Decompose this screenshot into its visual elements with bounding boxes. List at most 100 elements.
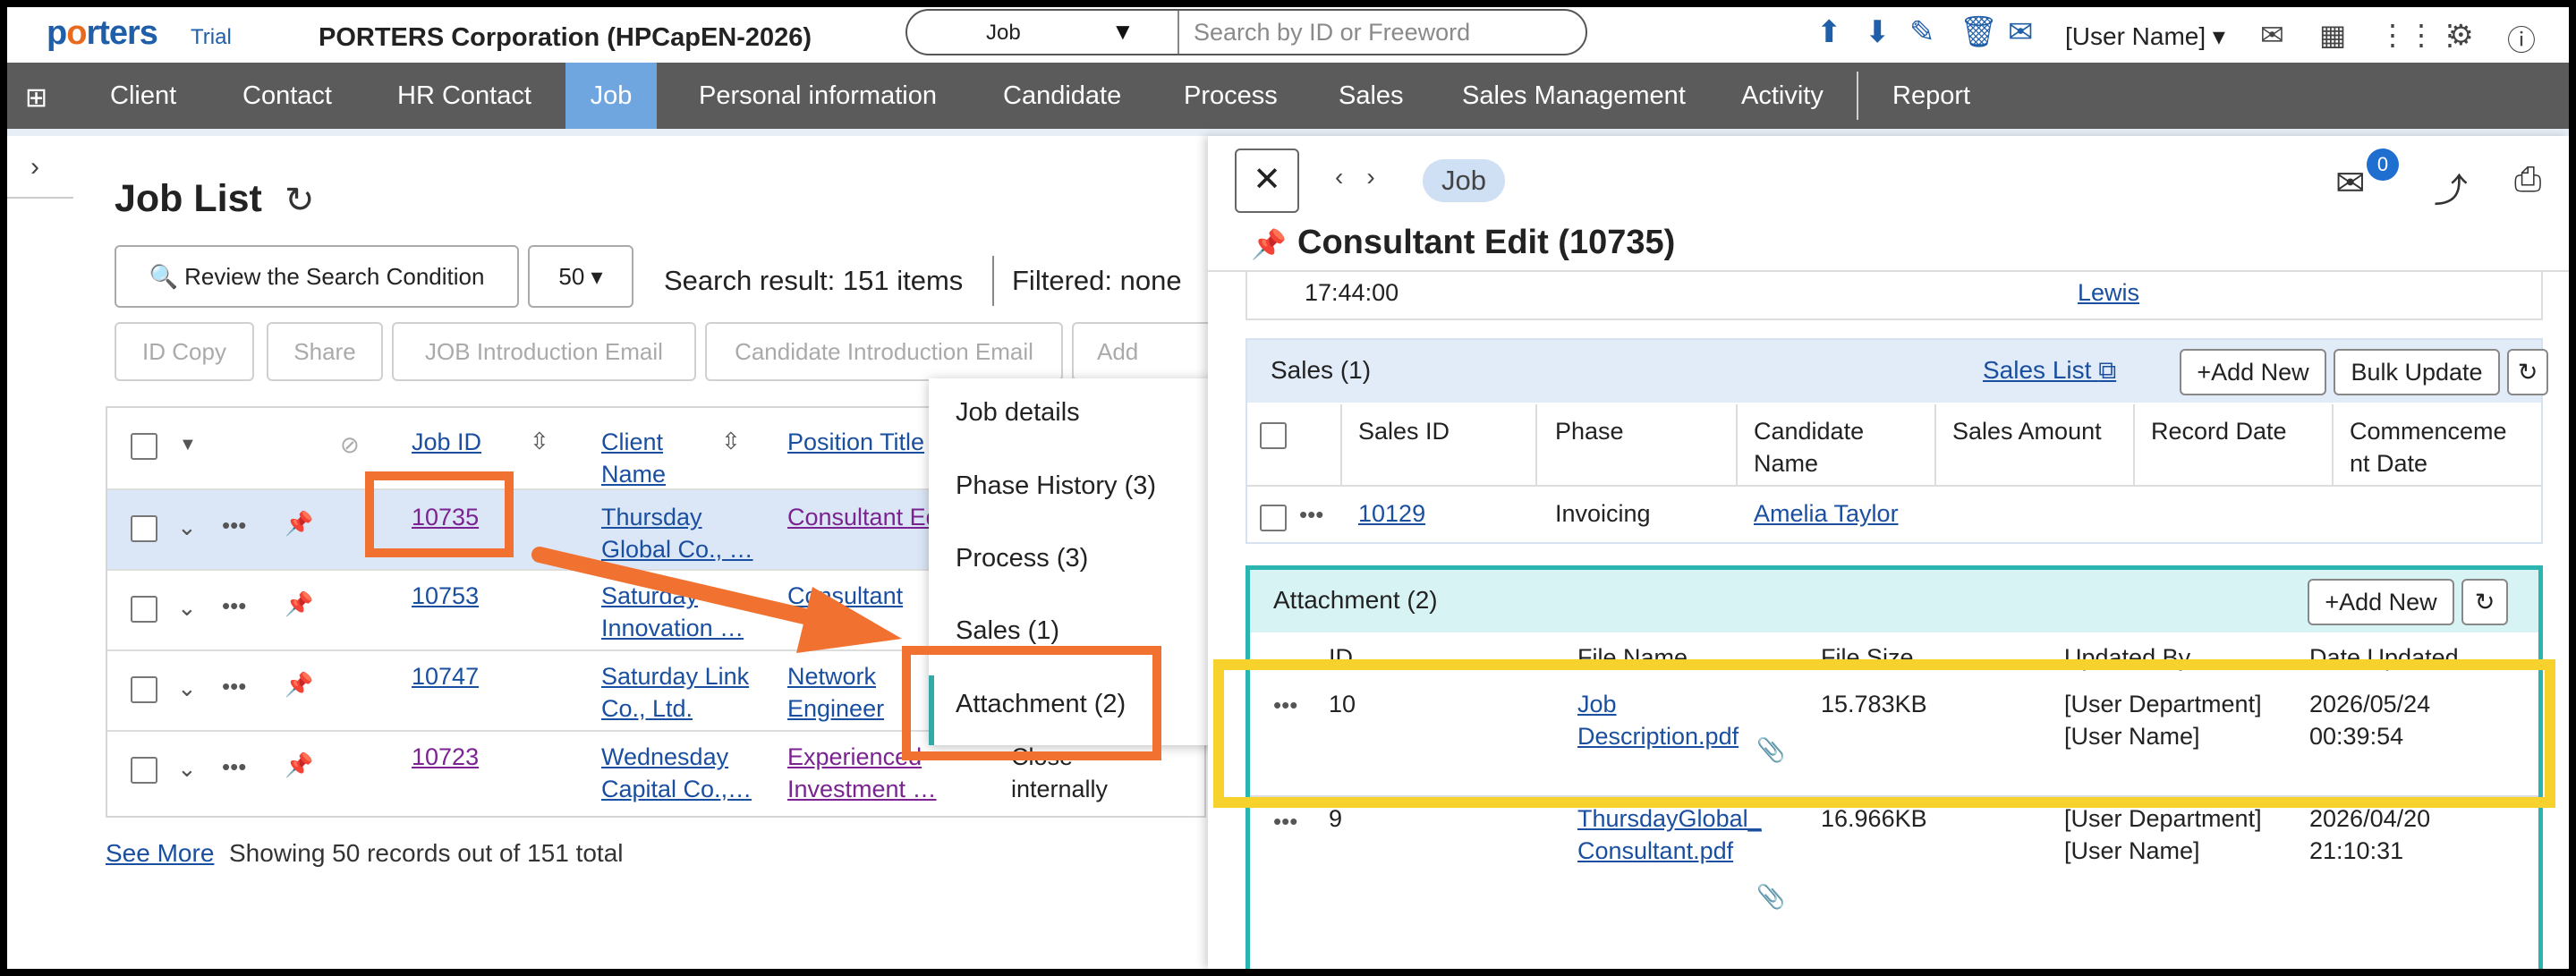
candidate-intro-email-button[interactable]: Candidate Introduction Email bbox=[705, 322, 1063, 381]
client-name-link[interactable]: Saturday Innovation … bbox=[601, 580, 771, 644]
nav-contact[interactable]: Contact bbox=[242, 63, 332, 129]
row-checkbox[interactable] bbox=[131, 757, 157, 784]
add-process-button[interactable]: Add Proces bbox=[1072, 322, 1215, 381]
refresh-icon[interactable]: ↻ bbox=[285, 180, 315, 221]
bulk-update-button[interactable]: Bulk Update bbox=[2334, 349, 2500, 395]
help-icon[interactable]: ⓘ bbox=[2507, 18, 2536, 59]
col-commencement-date[interactable]: Commencement Date bbox=[2350, 415, 2520, 480]
nav-hr-contact[interactable]: HR Contact bbox=[397, 63, 531, 129]
nav-personal-information[interactable]: Personal information bbox=[699, 63, 937, 129]
attachment-add-new-button[interactable]: +Add New bbox=[2308, 579, 2454, 625]
position-title-link[interactable]: Network Engineer bbox=[787, 660, 904, 725]
row-checkbox[interactable] bbox=[131, 676, 157, 703]
sales-add-new-button[interactable]: +Add New bbox=[2180, 349, 2326, 395]
caret-down-icon[interactable]: ▼ bbox=[179, 435, 197, 455]
record-type-pill: Job bbox=[1423, 159, 1505, 202]
col-sales-id[interactable]: Sales ID bbox=[1358, 415, 1450, 447]
search-input[interactable] bbox=[1194, 16, 1569, 48]
col-candidate-name[interactable]: Candidate Name bbox=[1754, 415, 1888, 480]
share-button[interactable]: Share bbox=[267, 322, 383, 381]
nav-job[interactable]: Job bbox=[565, 63, 657, 129]
chevron-right-icon[interactable]: › bbox=[30, 152, 39, 182]
nav-sales-management[interactable]: Sales Management bbox=[1462, 63, 1686, 129]
position-title-link[interactable]: Consultant Ed bbox=[787, 501, 939, 533]
gear-icon[interactable]: ⚙ bbox=[2448, 18, 2474, 52]
job-id-link[interactable]: 10753 bbox=[412, 580, 479, 612]
more-icon[interactable]: ••• bbox=[1273, 808, 1297, 836]
nav-client[interactable]: Client bbox=[110, 63, 176, 129]
nav-candidate[interactable]: Candidate bbox=[1003, 63, 1121, 129]
mail-icon[interactable]: ✉ bbox=[2260, 18, 2284, 52]
more-icon[interactable]: ••• bbox=[1299, 501, 1323, 529]
pin-icon[interactable]: 📌 bbox=[285, 671, 313, 699]
select-all-checkbox[interactable] bbox=[131, 433, 157, 460]
calendar-icon[interactable]: ▦ bbox=[2319, 18, 2346, 52]
menu-item-job-details[interactable]: Job details bbox=[956, 398, 1080, 428]
prev-name-link[interactable]: Lewis bbox=[2078, 279, 2139, 307]
pin-icon[interactable]: 📌 bbox=[1251, 227, 1287, 261]
col-record-date[interactable]: Record Date bbox=[2151, 415, 2287, 447]
porters-logo[interactable]: porters bbox=[47, 14, 158, 53]
nav-process[interactable]: Process bbox=[1184, 63, 1278, 129]
row-checkbox[interactable] bbox=[131, 515, 157, 542]
pin-icon[interactable]: 📌 bbox=[285, 590, 313, 618]
chevron-down-icon[interactable]: ⌄ bbox=[177, 513, 197, 541]
inbox-icon[interactable]: ✉ bbox=[2008, 14, 2034, 50]
position-title-link[interactable]: Consultant bbox=[787, 580, 903, 612]
client-name-link[interactable]: Wednesday Capital Co.,… bbox=[601, 741, 771, 805]
col-position-title[interactable]: Position Title bbox=[787, 426, 924, 458]
print-icon[interactable]: ⎙ bbox=[2514, 161, 2541, 199]
edit-icon[interactable]: ✎ bbox=[1909, 14, 1935, 50]
candidate-name-link[interactable]: Amelia Taylor bbox=[1754, 497, 1899, 530]
menu-item-phase-history[interactable]: Phase History (3) bbox=[956, 471, 1156, 501]
more-icon[interactable]: ••• bbox=[222, 753, 246, 781]
col-sales-amount[interactable]: Sales Amount bbox=[1952, 415, 2102, 447]
job-id-link[interactable]: 10747 bbox=[412, 660, 479, 692]
sales-select-all-checkbox[interactable] bbox=[1260, 422, 1287, 449]
col-client-name[interactable]: Client Name bbox=[601, 426, 673, 490]
col-job-id[interactable]: Job ID bbox=[412, 426, 481, 458]
see-more-link[interactable]: See More bbox=[106, 839, 214, 868]
menu-item-process[interactable]: Process (3) bbox=[956, 544, 1088, 573]
more-icon[interactable]: ••• bbox=[222, 592, 246, 620]
page-size-select[interactable]: 50 ▾ bbox=[528, 245, 633, 308]
nav-activity[interactable]: Activity bbox=[1741, 63, 1824, 129]
more-icon[interactable]: ••• bbox=[222, 512, 246, 539]
review-search-button[interactable]: 🔍 Review the Search Condition bbox=[115, 245, 519, 308]
nav-sales[interactable]: Sales bbox=[1339, 63, 1404, 129]
chevron-down-icon[interactable]: ⌄ bbox=[177, 594, 197, 622]
row-checkbox[interactable] bbox=[131, 596, 157, 623]
attachment-refresh-button[interactable]: ↻ bbox=[2461, 579, 2508, 625]
pin-icon[interactable]: 📌 bbox=[285, 751, 313, 779]
mail-icon[interactable]: ✉ bbox=[2335, 163, 2366, 204]
more-icon[interactable]: ••• bbox=[222, 673, 246, 700]
chevron-down-icon[interactable]: ⌄ bbox=[177, 675, 197, 702]
close-button[interactable]: ✕ bbox=[1235, 149, 1299, 213]
client-name-link[interactable]: Saturday Link Co., Ltd. bbox=[601, 660, 771, 725]
download-icon[interactable]: ⬇ bbox=[1865, 14, 1891, 50]
menu-item-sales[interactable]: Sales (1) bbox=[956, 616, 1059, 646]
pin-icon[interactable]: 📌 bbox=[285, 510, 313, 538]
sort-icon[interactable]: ⇳ bbox=[530, 428, 549, 455]
job-intro-email-button[interactable]: JOB Introduction Email bbox=[392, 322, 696, 381]
sales-row-checkbox[interactable] bbox=[1260, 505, 1287, 531]
user-menu[interactable]: [User Name] ▾ bbox=[2065, 21, 2225, 51]
col-phase[interactable]: Phase bbox=[1555, 415, 1624, 447]
sales-id-link[interactable]: 10129 bbox=[1358, 497, 1425, 530]
nav-report[interactable]: Report bbox=[1892, 63, 1970, 129]
trash-icon[interactable]: 🗑 bbox=[1960, 14, 1998, 50]
chevron-down-icon[interactable]: ⌄ bbox=[177, 755, 197, 783]
prev-next-nav[interactable]: ‹› bbox=[1335, 163, 1399, 191]
sales-refresh-button[interactable]: ↻ bbox=[2507, 349, 2548, 395]
id-copy-button[interactable]: ID Copy bbox=[115, 322, 254, 381]
job-id-link[interactable]: 10723 bbox=[412, 741, 479, 773]
dashboard-icon[interactable]: ⊞ bbox=[25, 82, 47, 114]
file-name-link[interactable]: ThursdayGlobal_Consultant.pdf bbox=[1577, 802, 1765, 867]
unpin-icon[interactable]: ⊘ bbox=[340, 431, 360, 459]
search-type-select[interactable]: Job ▼ bbox=[907, 11, 1179, 54]
sort-icon[interactable]: ⇳ bbox=[721, 428, 741, 455]
upload-icon[interactable]: ⬆ bbox=[1816, 14, 1842, 50]
share-icon[interactable]: ⤴ bbox=[2434, 163, 2468, 212]
client-name-link[interactable]: Thursday Global Co., … bbox=[601, 501, 771, 565]
sales-list-link[interactable]: Sales List ⧉ bbox=[1983, 356, 2116, 386]
